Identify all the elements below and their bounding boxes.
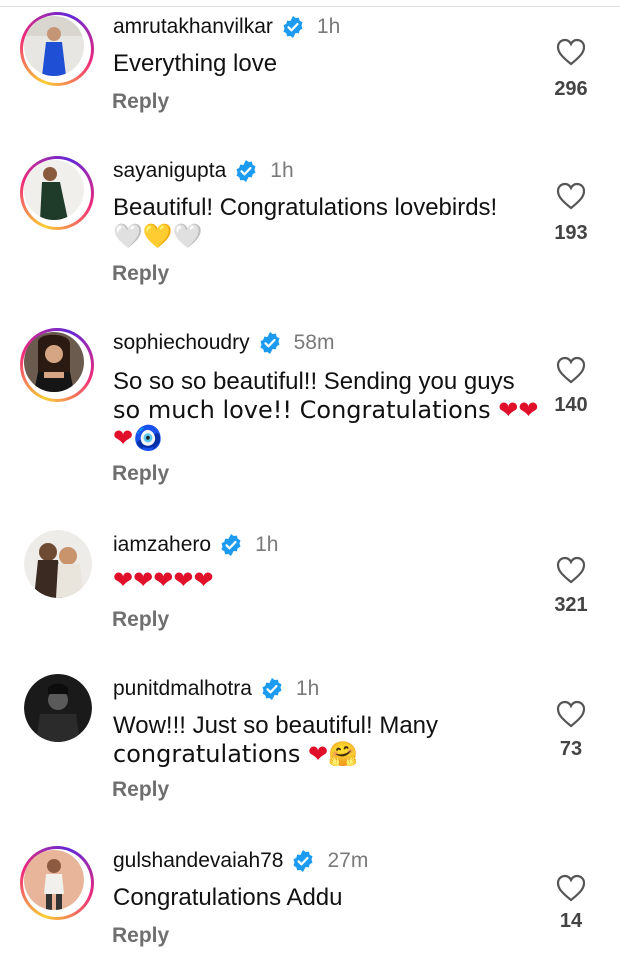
avatar[interactable] <box>24 674 92 742</box>
avatar[interactable] <box>20 328 94 402</box>
comment-header: amrutakhanvilkar 1h <box>113 12 340 42</box>
comment-text-line: so much love!! Congratulations ❤❤ <box>113 396 539 424</box>
avatar-image <box>24 16 84 76</box>
comment-text-line: Wow!!! Just so beautiful! Many <box>113 712 439 739</box>
username[interactable]: sayanigupta <box>113 159 226 183</box>
comment-time: 1h <box>255 533 279 556</box>
username[interactable]: gulshandevaiah78 <box>113 849 283 873</box>
comment-text-line: ❤❤❤❤❤ <box>113 566 214 594</box>
reply-button[interactable]: Reply <box>112 262 169 286</box>
avatar-image <box>24 530 92 598</box>
avatar[interactable] <box>20 12 94 86</box>
comment-text: Everything love <box>113 50 533 78</box>
reply-button[interactable]: Reply <box>112 462 169 486</box>
username[interactable]: iamzahero <box>113 533 211 557</box>
heart-outline-icon[interactable] <box>556 874 586 902</box>
comment-text-line: 🤍💛🤍 <box>113 222 203 250</box>
heart-outline-icon[interactable] <box>556 556 586 584</box>
comment-text: ❤❤❤❤❤ <box>113 566 533 594</box>
avatar[interactable] <box>20 846 94 920</box>
reply-button[interactable]: Reply <box>112 778 169 802</box>
comment-time: 27m <box>327 849 369 872</box>
avatar-image <box>24 160 84 220</box>
comment-time: 1h <box>316 15 341 38</box>
username[interactable]: amrutakhanvilkar <box>113 15 273 39</box>
comment-header: sayanigupta 1h <box>113 156 294 186</box>
comment-text-line: Everything love <box>113 50 278 77</box>
comment-text-line: ❤🧿 <box>113 424 163 452</box>
username[interactable]: punitdmalhotra <box>113 677 252 701</box>
reply-button[interactable]: Reply <box>112 90 169 114</box>
like-count: 296 <box>554 78 588 100</box>
comment-text-line: congratulations ❤🤗 <box>113 740 358 768</box>
reply-button[interactable]: Reply <box>112 608 169 632</box>
comment-time: 58m <box>293 331 335 354</box>
comment-text: So so so beautiful!! Sending you guys so… <box>113 368 539 452</box>
comment-text: Congratulations Addu <box>113 884 533 912</box>
top-divider <box>0 6 620 7</box>
comment-time: 1h <box>295 677 320 700</box>
like-count: 321 <box>554 594 588 616</box>
comment-text: Wow!!! Just so beautiful! Many congratul… <box>113 712 533 768</box>
like-count: 140 <box>554 394 588 416</box>
verified-badge-icon <box>281 15 305 39</box>
username[interactable]: sophiechoudry <box>113 331 250 355</box>
comment-header: iamzahero 1h <box>113 530 278 560</box>
avatar[interactable] <box>20 156 94 230</box>
comment-text: Beautiful! Congratulations lovebirds! 🤍💛… <box>113 194 533 250</box>
comment-header: gulshandevaiah78 27m <box>113 846 368 876</box>
avatar[interactable] <box>24 530 92 598</box>
like-count: 73 <box>559 738 583 760</box>
verified-badge-icon <box>234 159 258 183</box>
verified-badge-icon <box>219 533 243 557</box>
comment-header: sophiechoudry 58m <box>113 328 334 358</box>
heart-outline-icon[interactable] <box>556 182 586 210</box>
comment-text-line: Congratulations Addu <box>113 884 343 911</box>
avatar-image <box>24 332 84 392</box>
comment-text-line: So so so beautiful!! Sending you guys <box>113 368 515 395</box>
heart-outline-icon[interactable] <box>556 38 586 66</box>
verified-badge-icon <box>260 677 284 701</box>
verified-badge-icon <box>258 331 282 355</box>
avatar-image <box>24 850 84 910</box>
comment-text-line: Beautiful! Congratulations lovebirds! <box>113 194 498 221</box>
heart-outline-icon[interactable] <box>556 356 586 384</box>
comment-header: punitdmalhotra 1h <box>113 674 319 704</box>
comment-time: 1h <box>270 159 294 182</box>
verified-badge-icon <box>291 849 315 873</box>
heart-outline-icon[interactable] <box>556 700 586 728</box>
reply-button[interactable]: Reply <box>112 924 169 948</box>
like-count: 193 <box>554 222 588 244</box>
like-count: 14 <box>559 910 583 932</box>
avatar-image <box>24 674 92 742</box>
